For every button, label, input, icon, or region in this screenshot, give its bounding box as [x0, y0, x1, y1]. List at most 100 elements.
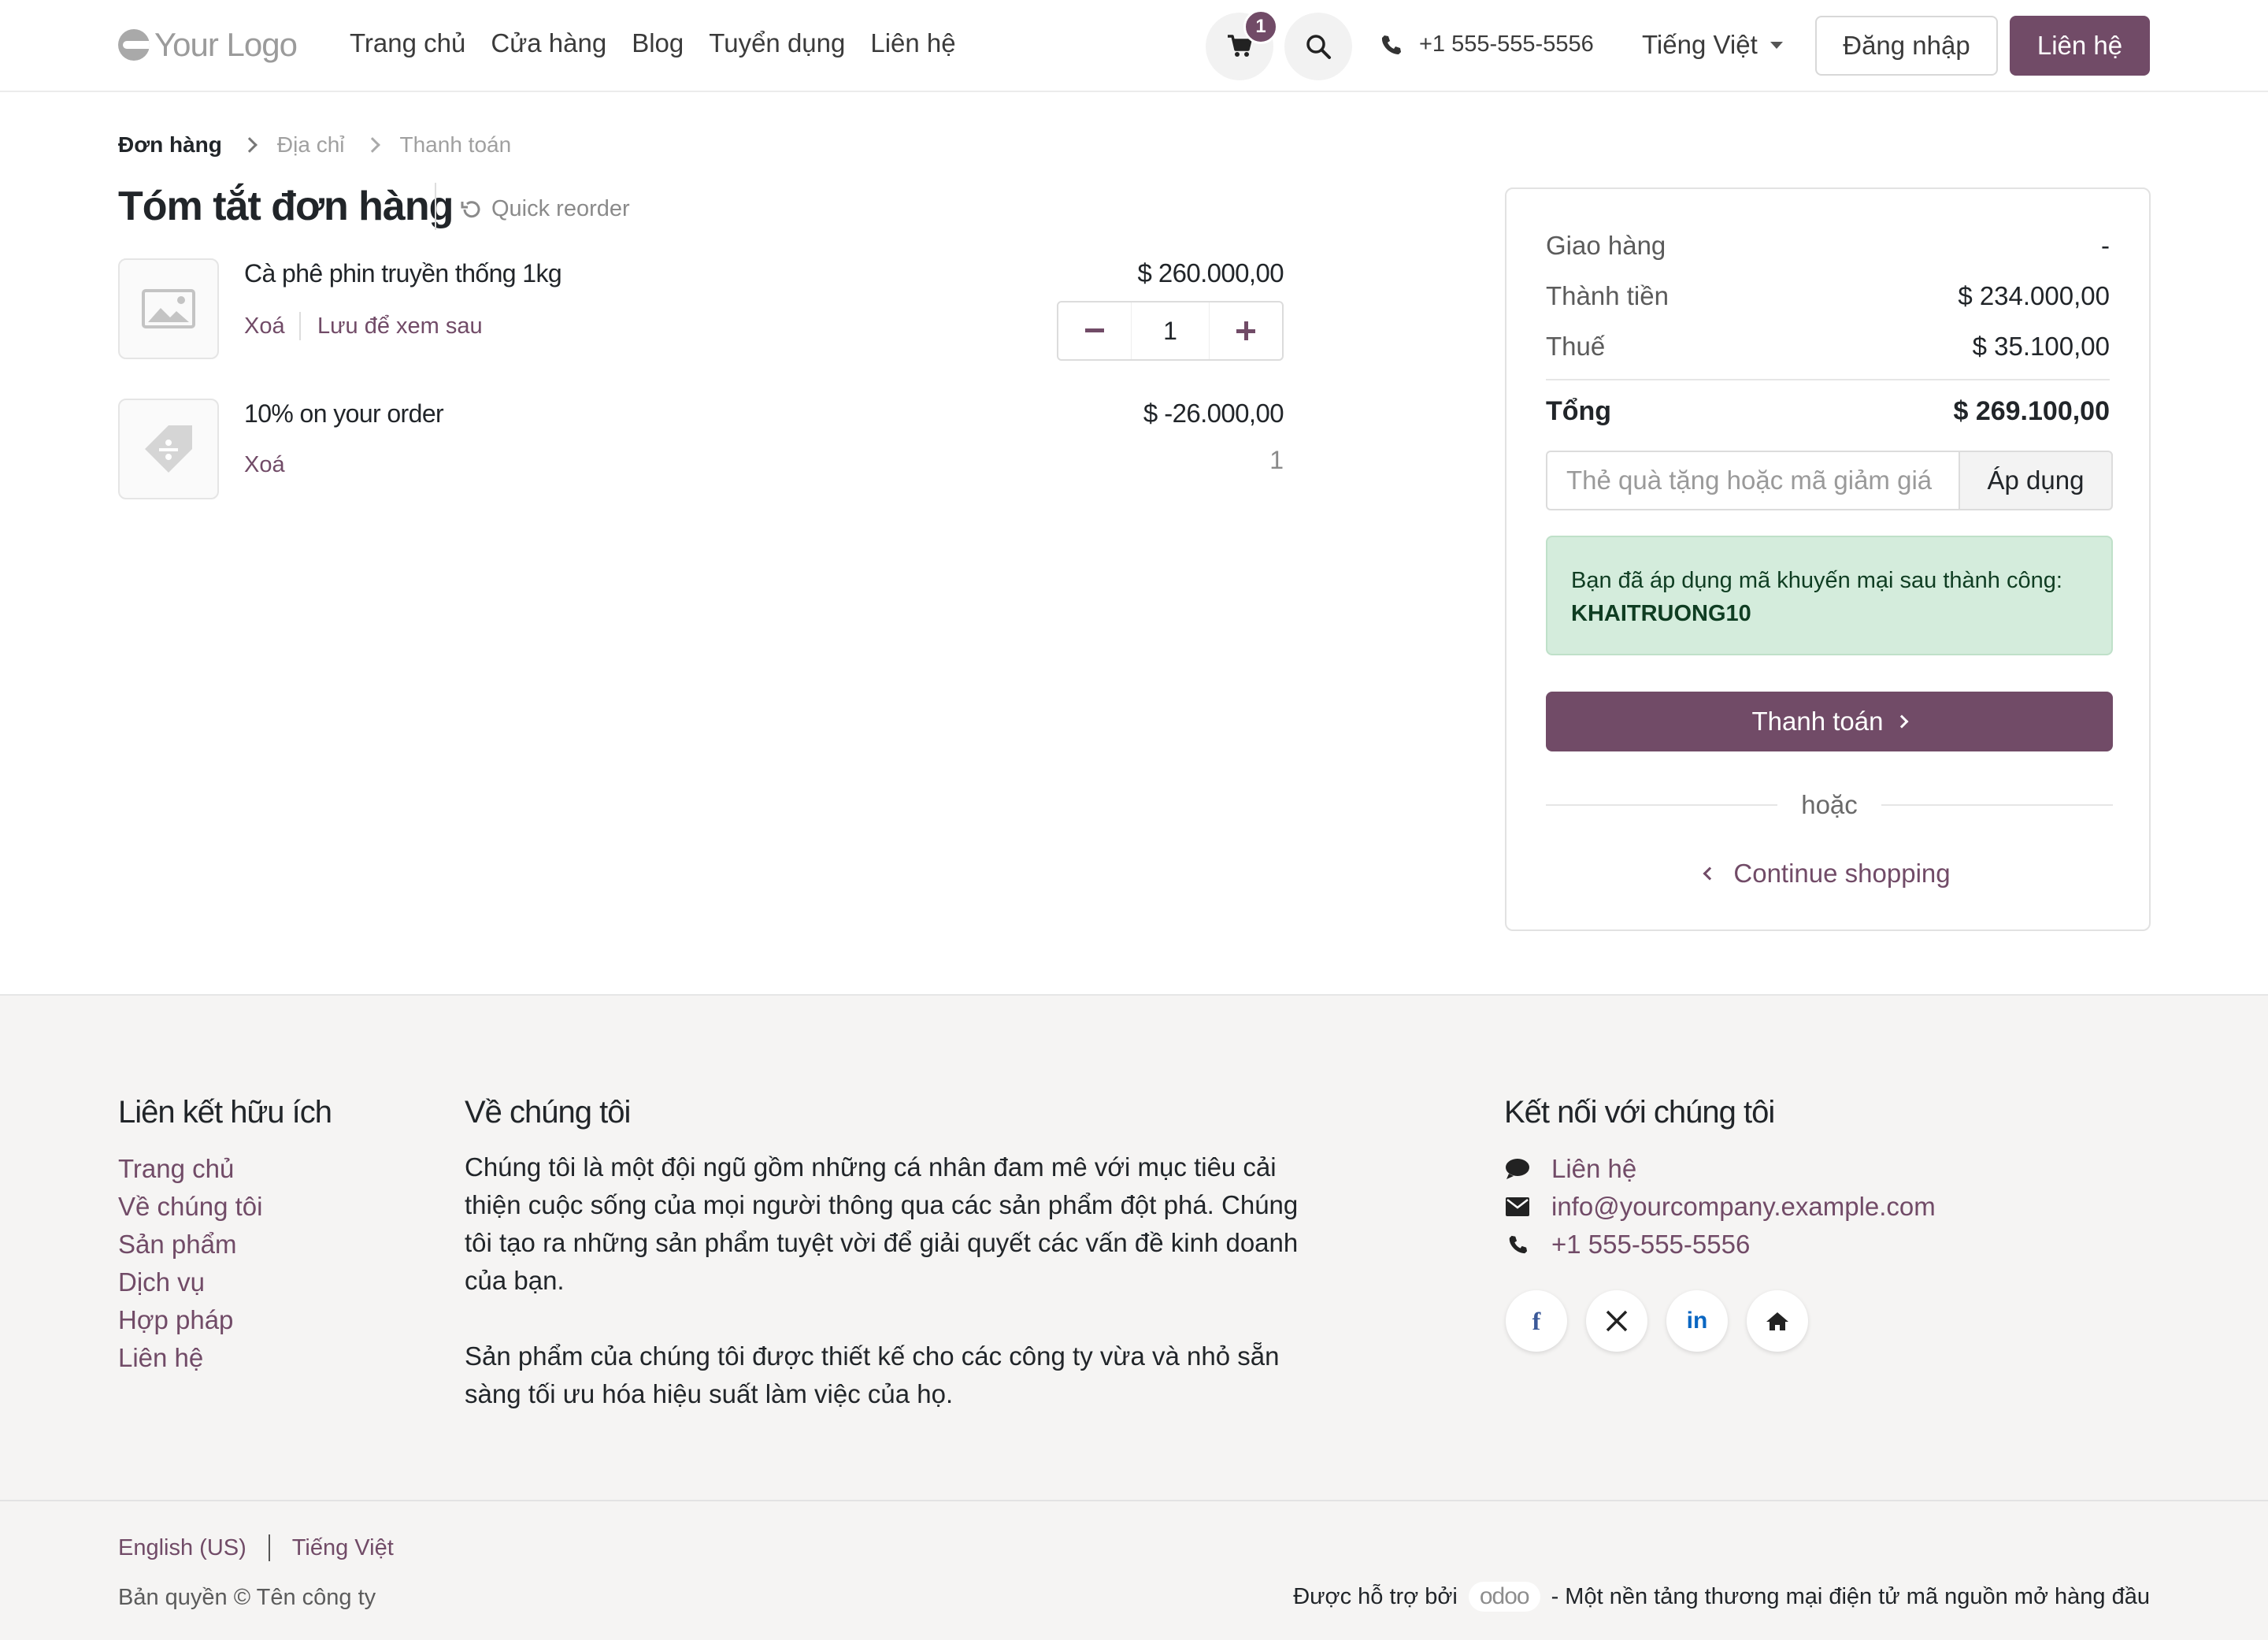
cart-count-badge: 1	[1243, 9, 1278, 44]
subtotal-row: Thành tiền $ 234.000,00	[1546, 281, 2110, 311]
facebook-icon[interactable]: f	[1506, 1290, 1567, 1352]
site-header: Your Logo Trang chủ Cửa hàng Blog Tuyển …	[0, 0, 2268, 92]
home-icon[interactable]	[1747, 1290, 1808, 1352]
footer-link-home[interactable]: Trang chủ	[118, 1150, 262, 1188]
minus-icon	[1085, 328, 1104, 332]
language-dropdown[interactable]: Tiếng Việt	[1642, 30, 1783, 60]
social-links: f in	[1506, 1290, 1808, 1352]
breadcrumb-step-payment: Thanh toán	[399, 132, 512, 157]
promo-code-input[interactable]	[1546, 451, 1959, 510]
checkout-button[interactable]: Thanh toán	[1546, 692, 2113, 751]
nav-item-home[interactable]: Trang chủ	[350, 28, 465, 58]
footer-divider	[0, 1500, 2268, 1501]
subtotal-label: Thành tiền	[1546, 281, 1669, 310]
footer-link-about[interactable]: Về chúng tôi	[118, 1188, 262, 1226]
shipping-value: -	[2101, 231, 2110, 260]
about-text: Chúng tôi là một đội ngũ gồm những cá nh…	[465, 1148, 1299, 1413]
shipping-row: Giao hàng -	[1546, 231, 2110, 261]
discount-name: 10% on your order	[244, 399, 444, 428]
email-row[interactable]: info@yourcompany.example.com	[1504, 1188, 1936, 1226]
contact-link-row[interactable]: Liên hệ	[1504, 1150, 1936, 1188]
about-paragraph: Sản phẩm của chúng tôi được thiết kế cho…	[465, 1341, 1280, 1408]
order-summary-card: Giao hàng - Thành tiền $ 234.000,00 Thuế…	[1505, 187, 2151, 931]
separator-line	[1546, 804, 1778, 806]
odoo-logo[interactable]: odoo	[1468, 1582, 1540, 1612]
footer-link-products[interactable]: Sản phẩm	[118, 1226, 262, 1263]
remove-discount-link[interactable]: Xoá	[244, 452, 285, 478]
language-option-english[interactable]: English (US)	[118, 1535, 246, 1561]
separator-line	[1881, 804, 2113, 806]
plus-icon	[1236, 321, 1255, 340]
x-icon[interactable]	[1586, 1290, 1647, 1352]
page-title: Tóm tắt đơn hàng	[118, 184, 454, 229]
alert-message: Bạn đã áp dụng mã khuyến mại sau thành c…	[1571, 568, 2062, 593]
apply-promo-button[interactable]: Áp dụng	[1959, 451, 2113, 510]
contact-button[interactable]: Liên hệ	[2010, 16, 2150, 76]
search-button[interactable]	[1284, 13, 1352, 80]
nav-item-blog[interactable]: Blog	[632, 28, 684, 58]
phone-row[interactable]: +1 555-555-5556	[1504, 1226, 1936, 1263]
discount-tag-icon	[145, 425, 192, 473]
nav-item-contact[interactable]: Liên hệ	[870, 28, 955, 58]
login-button[interactable]: Đăng nhập	[1815, 16, 1998, 76]
chevron-left-icon	[1703, 866, 1717, 881]
footer-link-legal[interactable]: Hợp pháp	[118, 1301, 262, 1339]
language-separator	[268, 1534, 270, 1561]
useful-links-list: Trang chủ Về chúng tôi Sản phẩm Dịch vụ …	[118, 1150, 262, 1377]
nav-item-shop[interactable]: Cửa hàng	[491, 28, 606, 58]
shipping-label: Giao hàng	[1546, 231, 1666, 260]
linkedin-icon[interactable]: in	[1666, 1290, 1728, 1352]
phone-link: +1 555-555-5556	[1551, 1230, 1751, 1259]
footer-link-services[interactable]: Dịch vụ	[118, 1263, 262, 1301]
decrease-quantity-button[interactable]	[1058, 302, 1131, 359]
total-value: $ 269.100,00	[1953, 396, 2110, 426]
image-placeholder-icon	[142, 289, 195, 328]
or-label: hoặc	[1801, 790, 1858, 819]
phone-icon	[1504, 1234, 1531, 1255]
powered-by: Được hỗ trợ bởi odoo - Một nền tảng thươ…	[1293, 1582, 2150, 1612]
contact-link: Liên hệ	[1551, 1154, 1637, 1183]
save-for-later-link[interactable]: Lưu để xem sau	[317, 314, 483, 340]
copyright: Bản quyền © Tên công ty	[118, 1585, 376, 1610]
main-nav: Trang chủ Cửa hàng Blog Tuyển dụng Liên …	[350, 28, 956, 58]
tax-label: Thuế	[1546, 332, 1606, 361]
tax-value: $ 35.100,00	[1972, 332, 2110, 361]
language-option-vietnamese[interactable]: Tiếng Việt	[292, 1535, 394, 1561]
logo[interactable]: Your Logo	[118, 25, 298, 65]
or-separator: hoặc	[1546, 789, 2113, 821]
promo-success-alert: Bạn đã áp dụng mã khuyến mại sau thành c…	[1546, 536, 2113, 655]
envelope-icon	[1504, 1197, 1531, 1216]
continue-shopping-link[interactable]: Continue shopping	[1506, 859, 2149, 889]
header-phone[interactable]: +1 555-555-5556	[1380, 32, 1594, 58]
footer-language-switcher: English (US) Tiếng Việt	[118, 1534, 394, 1561]
increase-quantity-button[interactable]	[1210, 302, 1282, 359]
quick-reorder-label: Quick reorder	[491, 196, 630, 221]
product-price: $ 260.000,00	[1137, 258, 1284, 288]
link-divider	[299, 312, 301, 340]
powered-by-suffix: - Một nền tảng thương mại điện tử mã ngu…	[1551, 1583, 2150, 1609]
remove-item-link[interactable]: Xoá	[244, 314, 285, 340]
cart-button[interactable]: 1	[1206, 9, 1278, 80]
discount-quantity: 1	[1269, 446, 1284, 474]
logo-text: Your Logo	[154, 26, 298, 63]
product-thumbnail[interactable]	[118, 258, 219, 359]
total-row: Tổng $ 269.100,00	[1546, 396, 2110, 427]
search-icon	[1306, 35, 1331, 59]
email-link: info@yourcompany.example.com	[1551, 1192, 1936, 1221]
title-divider	[435, 183, 436, 230]
chevron-right-icon	[1895, 714, 1909, 729]
footer-link-contact[interactable]: Liên hệ	[118, 1339, 262, 1377]
promo-code-form: Áp dụng	[1546, 451, 2113, 510]
breadcrumb-step-address: Địa chỉ	[276, 132, 345, 157]
about-paragraph: Chúng tôi là một đội ngũ gồm những cá nh…	[465, 1152, 1299, 1295]
contact-list: Liên hệ info@yourcompany.example.com +1 …	[1504, 1150, 1936, 1263]
checkout-label: Thanh toán	[1751, 707, 1884, 736]
connect-title: Kết nối với chúng tôi	[1504, 1095, 1775, 1130]
quantity-input[interactable]: 1	[1131, 302, 1210, 359]
product-name[interactable]: Cà phê phin truyền thống 1kg	[244, 259, 562, 288]
reorder-icon	[461, 200, 480, 217]
quick-reorder-button[interactable]: Quick reorder	[460, 196, 630, 222]
subtotal-value: $ 234.000,00	[1958, 281, 2110, 310]
language-label: Tiếng Việt	[1642, 30, 1758, 59]
nav-item-jobs[interactable]: Tuyển dụng	[709, 28, 845, 58]
